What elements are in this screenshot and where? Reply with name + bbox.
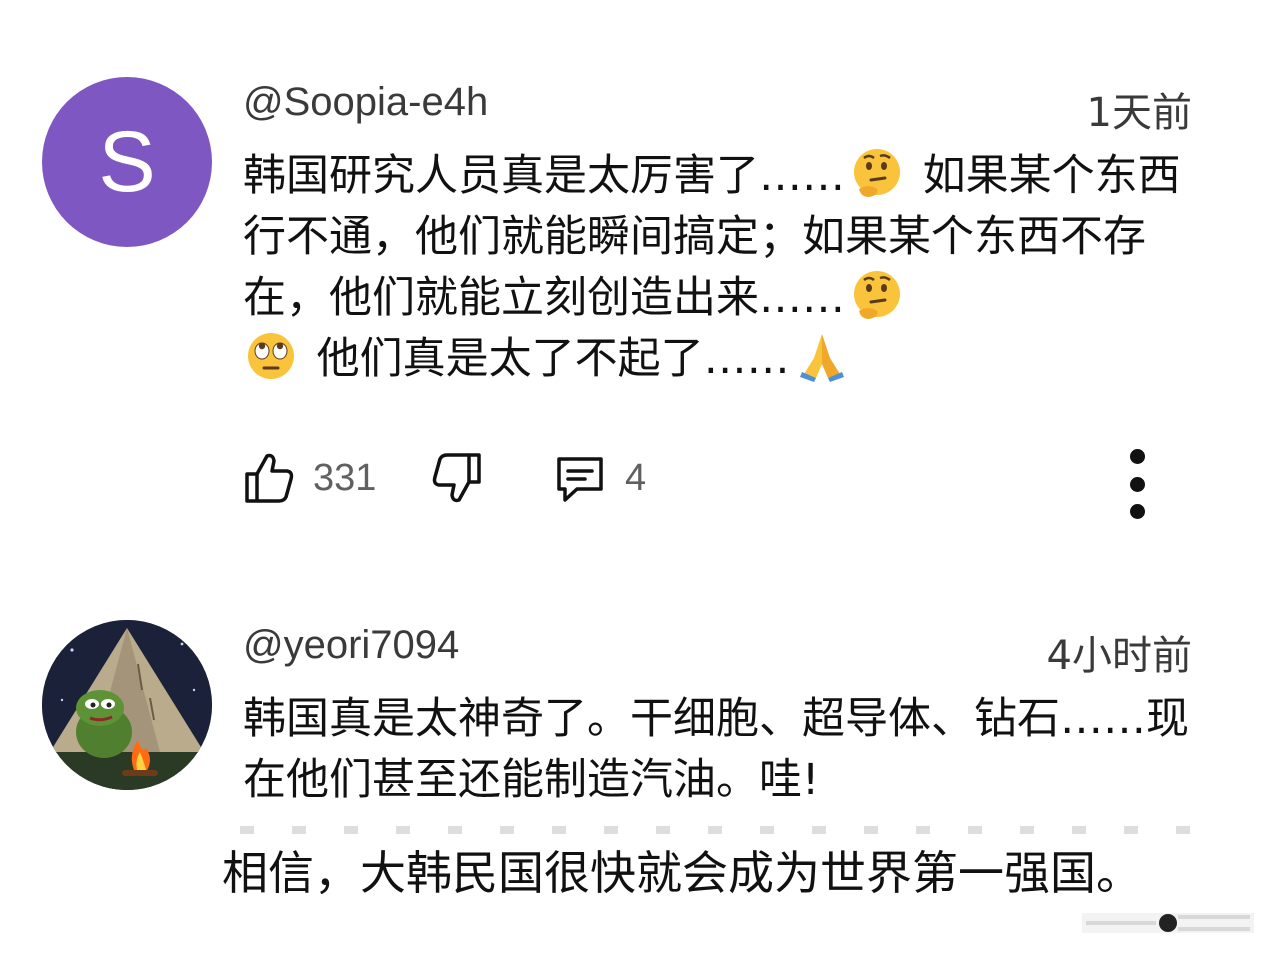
cropped-text-edge [240, 826, 1190, 834]
comment-text: 韩国真是太神奇了。干细胞、超导体、钻石……现在他们甚至还能制造汽油。哇! [243, 694, 1189, 805]
comment-timestamp: 4小时前 [1046, 633, 1192, 679]
caption-text: 相信，大韩民国很快就会成为世界第一强国。 [222, 846, 1142, 900]
avatar[interactable] [42, 620, 212, 790]
comment-2: @yeori7094 4小时前 韩国真是太神奇了。干细胞、超导体、钻石……现在他… [0, 0, 1280, 830]
frog-campfire-avatar-icon [42, 620, 212, 790]
watermark-icon [1082, 913, 1254, 933]
comment-author[interactable]: @yeori7094 [243, 623, 459, 668]
